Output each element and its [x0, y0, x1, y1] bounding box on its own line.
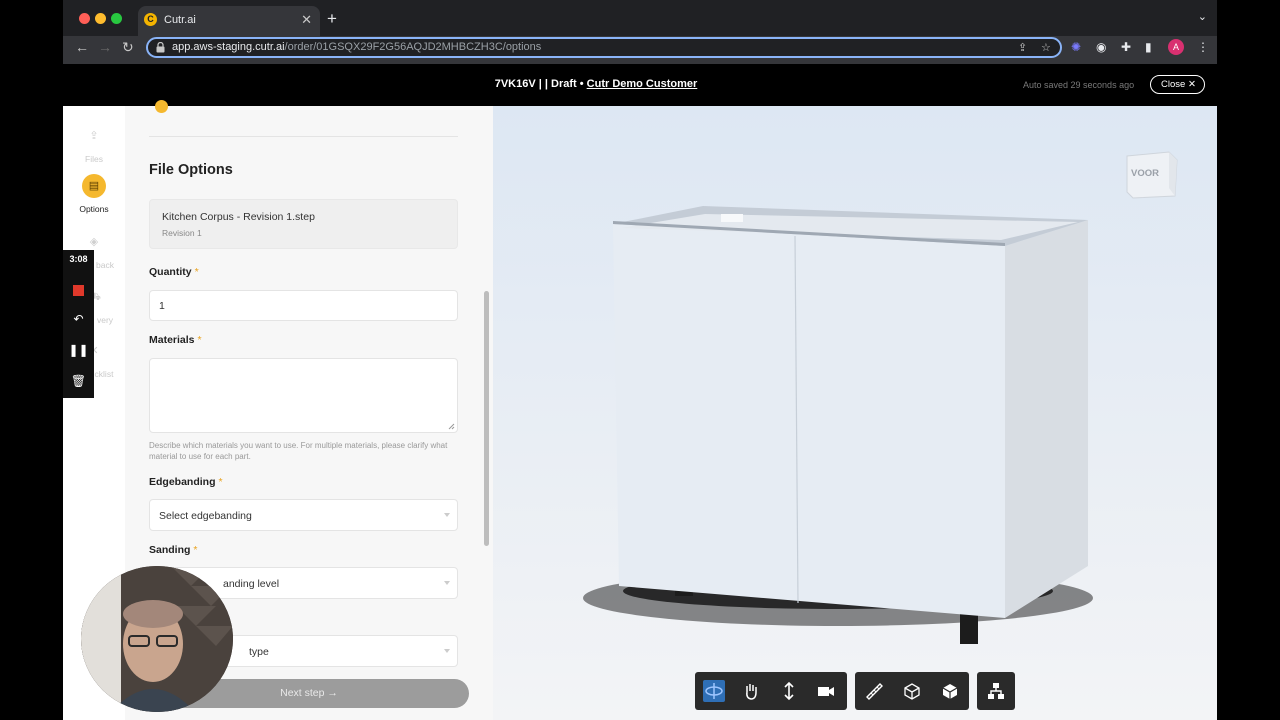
view-cube[interactable]: VOOR: [1123, 148, 1178, 203]
screen-recorder-controls: 3:08 ↶ ❚❚ 🗑: [63, 250, 94, 398]
minimize-window-button[interactable]: [95, 13, 106, 24]
cabinet-model[interactable]: [493, 106, 1217, 720]
edgebanding-label: Edgebanding *: [149, 476, 223, 488]
stop-recording-button[interactable]: [73, 285, 84, 296]
address-bar[interactable]: app.aws-staging.cutr.ai/order/01GSQX29F2…: [146, 37, 1062, 58]
bookmark-star-icon[interactable]: ☆: [1041, 41, 1051, 54]
materials-help-text: Describe which materials you want to use…: [149, 441, 448, 461]
tab-search-chevron-icon[interactable]: ⌄: [1198, 10, 1207, 23]
close-window-button[interactable]: [79, 13, 90, 24]
webcam-overlay: [81, 566, 233, 712]
orbit-icon[interactable]: [703, 680, 725, 702]
reload-icon[interactable]: ↻: [122, 39, 134, 56]
file-name: Kitchen Corpus - Revision 1.step: [162, 211, 315, 223]
browser-menu-icon[interactable]: ⋮: [1197, 40, 1209, 54]
quantity-label: Quantity *: [149, 266, 199, 278]
resize-handle-icon[interactable]: [448, 423, 455, 430]
order-title: 7VK16V | | Draft • Cutr Demo Customer: [494, 78, 698, 90]
model-toolbar: [977, 672, 1015, 710]
profile-avatar[interactable]: A: [1168, 39, 1184, 55]
sanding-label: Sanding *: [149, 544, 198, 556]
share-icon[interactable]: ⇪: [1018, 41, 1027, 54]
extension-sparkle-icon[interactable]: ✺: [1071, 40, 1081, 54]
caret-down-icon: [444, 581, 450, 585]
new-tab-icon[interactable]: +: [327, 9, 337, 29]
tab-title: Cutr.ai: [164, 14, 196, 26]
autosave-status: Auto saved 29 seconds ago: [1023, 80, 1135, 90]
navigation-toolbar: [695, 672, 847, 710]
materials-textarea[interactable]: [149, 358, 458, 433]
quantity-field[interactable]: 1: [149, 290, 458, 321]
panel-scrollbar[interactable]: [484, 291, 489, 546]
forward-arrow-icon[interactable]: →: [98, 39, 112, 55]
trash-icon[interactable]: 🗑: [63, 374, 94, 388]
url-text: app.aws-staging.cutr.ai/order/01GSQX29F2…: [172, 41, 542, 53]
sidebar-item-files[interactable]: ⇪ Files: [63, 124, 125, 164]
3d-viewer[interactable]: VOOR: [493, 106, 1217, 720]
file-card: Kitchen Corpus - Revision 1.step Revisio…: [149, 199, 458, 249]
pan-icon[interactable]: [740, 680, 762, 702]
measure-icon[interactable]: [863, 680, 885, 702]
browser-tab[interactable]: C Cutr.ai ✕: [138, 6, 320, 36]
caret-down-icon: [444, 649, 450, 653]
presenter-video: [81, 566, 233, 712]
back-arrow-icon[interactable]: ←: [75, 39, 89, 55]
section-box-icon[interactable]: [939, 680, 961, 702]
divider: [149, 136, 458, 137]
extensions-puzzle-icon[interactable]: ✚: [1121, 40, 1131, 54]
browser-toolbar: ← → ↻ app.aws-staging.cutr.ai/order/01GS…: [63, 36, 1217, 64]
favicon: C: [144, 13, 157, 26]
password-manager-icon[interactable]: ◉: [1096, 40, 1106, 54]
recording-timer: 3:08: [69, 254, 88, 264]
close-button[interactable]: Close ✕: [1150, 75, 1205, 94]
status-dot: [155, 100, 168, 113]
zoom-window-button[interactable]: [111, 13, 122, 24]
close-tab-icon[interactable]: ✕: [301, 12, 312, 28]
zoom-icon[interactable]: [778, 680, 800, 702]
close-icon: ✕: [1187, 79, 1196, 90]
model-tree-icon[interactable]: [985, 680, 1007, 702]
section-title: File Options: [149, 162, 233, 178]
customer-link[interactable]: Cutr Demo Customer: [587, 78, 698, 90]
view-cube-label: VOOR: [1131, 168, 1159, 179]
file-upload-icon: ⇪: [89, 130, 99, 142]
app-header: 7VK16V | | Draft • Cutr Demo Customer Au…: [63, 64, 1217, 106]
sidebar-item-options[interactable]: ▤ Options: [63, 174, 125, 214]
lock-icon: [156, 42, 165, 53]
caret-down-icon: [444, 513, 450, 517]
camera-icon[interactable]: [815, 680, 837, 702]
edgebanding-select[interactable]: Select edgebanding: [149, 499, 458, 531]
explode-icon[interactable]: [901, 680, 923, 702]
undo-icon[interactable]: ↶: [63, 312, 94, 326]
materials-label: Materials *: [149, 334, 202, 346]
options-doc-icon: ▤: [82, 174, 106, 198]
pause-icon[interactable]: ❚❚: [63, 343, 94, 357]
side-panel-icon[interactable]: ▮: [1145, 40, 1152, 54]
file-revision: Revision 1: [162, 228, 202, 238]
browser-tab-bar: C Cutr.ai ✕ + ⌄: [63, 0, 1217, 36]
measure-toolbar: [855, 672, 969, 710]
